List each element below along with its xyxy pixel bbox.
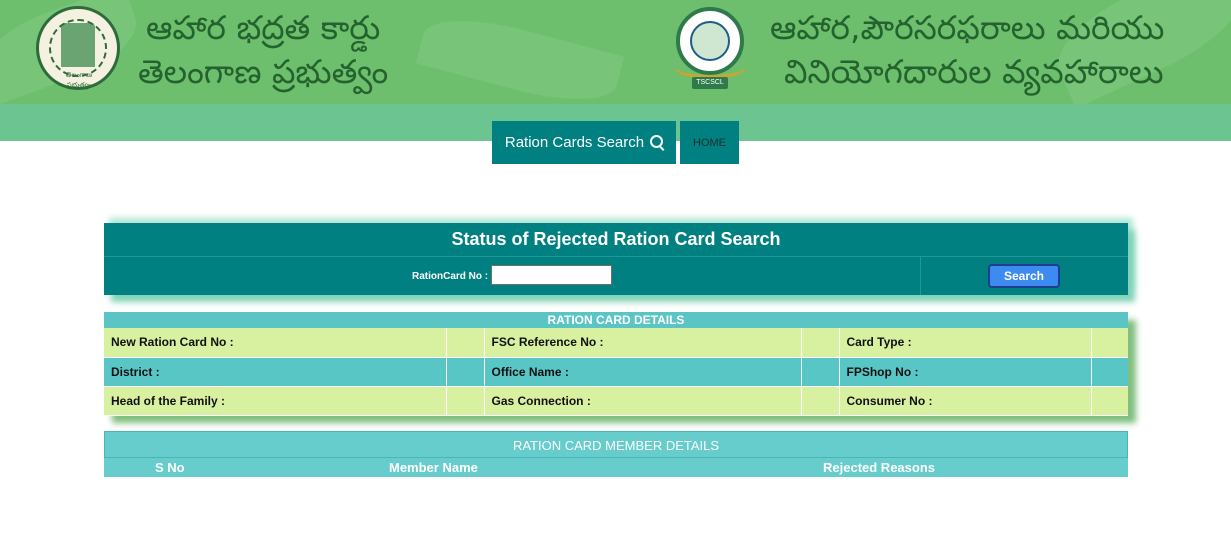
district-label: District : (104, 357, 447, 387)
district-value (446, 357, 485, 387)
ration-card-details-header: RATION CARD DETAILS (104, 312, 1128, 328)
fsc-reference-no-label: FSC Reference No : (484, 328, 802, 358)
title-left-line2: తెలంగాణ ప్రభుత్వం (138, 52, 389, 91)
site-header: తెలంగాణ ప్రభుత్వం ఆహార భద్రత కార్డు తెలం… (0, 0, 1231, 104)
consumer-no-label: Consumer No : (839, 386, 1092, 416)
fpshop-no-label: FPShop No : (839, 357, 1092, 387)
table-row: Head of the Family : Gas Connection : Co… (104, 386, 1128, 416)
title-right-line1: ఆహార,పౌరసరఫరాలు మరియు (770, 8, 1165, 47)
ration-card-member-panel: RATION CARD MEMBER DETAILS S No Member N… (104, 431, 1128, 477)
gas-connection-label: Gas Connection : (484, 386, 802, 416)
ration-card-no-input[interactable] (491, 265, 612, 285)
fsc-reference-no-value (801, 328, 840, 358)
card-type-value (1091, 328, 1128, 358)
wheat-icon (674, 55, 746, 79)
ration-card-details-panel: RATION CARD DETAILS New Ration Card No :… (104, 312, 1128, 416)
table-row: District : Office Name : FPShop No : (104, 357, 1128, 387)
office-name-value (801, 357, 840, 387)
ration-card-no-label: RationCard No : (412, 271, 489, 282)
col-member-name: Member Name (389, 460, 478, 475)
member-table-header-row: S No Member Name Rejected Reasons (104, 458, 1128, 477)
new-ration-card-no-label: New Ration Card No : (104, 328, 447, 358)
gas-connection-value (801, 386, 840, 416)
search-row: RationCard No : Search (104, 257, 1128, 295)
search-button[interactable]: Search (988, 264, 1060, 288)
telangana-emblem-icon: తెలంగాణ ప్రభుత్వం (36, 6, 120, 90)
search-icon (650, 135, 664, 148)
office-name-label: Office Name : (484, 357, 802, 387)
col-rejected-reasons: Rejected Reasons (823, 460, 935, 475)
search-panel-title: Status of Rejected Ration Card Search (104, 223, 1128, 257)
home-menu[interactable]: HOME (680, 121, 739, 164)
member-details-header: RATION CARD MEMBER DETAILS (104, 431, 1128, 458)
leaf-decoration (415, 5, 625, 104)
search-row-divider (920, 257, 921, 295)
consumer-no-value (1091, 386, 1128, 416)
ration-cards-search-menu[interactable]: Ration Cards Search (492, 121, 676, 164)
title-left-line1: ఆహార భద్రత కార్డు (146, 8, 381, 47)
card-type-label: Card Type : (839, 328, 1092, 358)
head-of-family-value (446, 386, 485, 416)
title-right-line2: వినియోగదారుల వ్యవహారాలు (784, 52, 1164, 91)
new-ration-card-no-value (446, 328, 485, 358)
ration-cards-search-label: Ration Cards Search (504, 134, 645, 151)
head-of-family-label: Head of the Family : (104, 386, 447, 416)
table-row: New Ration Card No : FSC Reference No : … (104, 328, 1128, 358)
ministry-title-telugu: ఆహార,పౌరసరఫరాలు మరియు వినియోగదారుల వ్యవహ… (770, 6, 1164, 94)
rejected-card-search-panel: Status of Rejected Ration Card Search Ra… (104, 223, 1128, 295)
tscscl-logo-icon: TSCSCL (674, 7, 746, 91)
ration-card-details-table: New Ration Card No : FSC Reference No : … (104, 328, 1128, 416)
col-sno: S No (155, 460, 185, 475)
department-title-telugu: ఆహార భద్రత కార్డు తెలంగాణ ప్రభుత్వం (138, 6, 388, 94)
emblem-text: తెలంగాణ ప్రభుత్వం (65, 71, 93, 89)
logo-label: TSCSCL (692, 77, 728, 89)
fpshop-no-value (1091, 357, 1128, 387)
